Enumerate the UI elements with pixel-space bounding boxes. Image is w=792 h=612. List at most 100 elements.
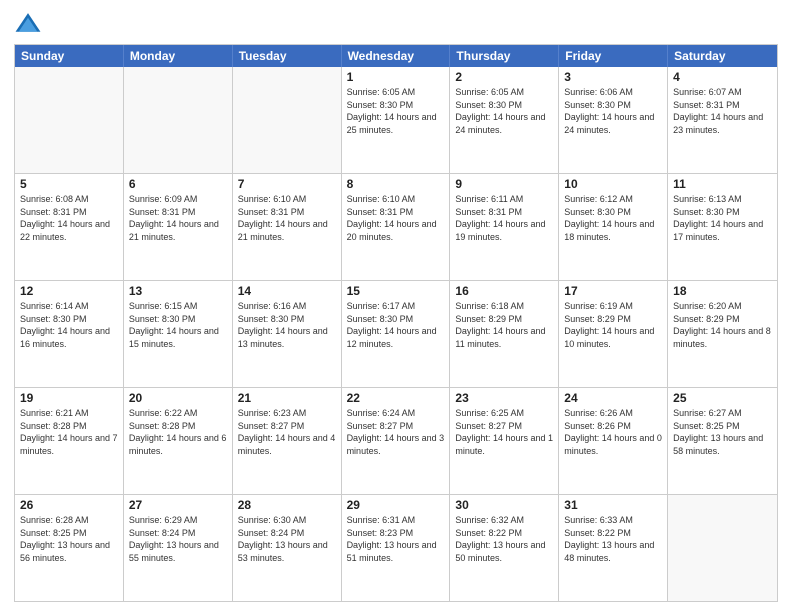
weekday-header: Saturday <box>668 45 777 67</box>
empty-cell <box>668 495 777 601</box>
weekday-header: Friday <box>559 45 668 67</box>
day-number: 27 <box>129 498 227 512</box>
day-number: 29 <box>347 498 445 512</box>
weekday-header: Thursday <box>450 45 559 67</box>
day-number: 20 <box>129 391 227 405</box>
calendar-cell: 14 Sunrise: 6:16 AM Sunset: 8:30 PM Dayli… <box>233 281 342 387</box>
day-number: 26 <box>20 498 118 512</box>
page: SundayMondayTuesdayWednesdayThursdayFrid… <box>0 0 792 612</box>
calendar-cell: 21 Sunrise: 6:23 AM Sunset: 8:27 PM Dayli… <box>233 388 342 494</box>
calendar-cell: 1 Sunrise: 6:05 AM Sunset: 8:30 PM Daylig… <box>342 67 451 173</box>
day-number: 14 <box>238 284 336 298</box>
day-number: 5 <box>20 177 118 191</box>
empty-cell <box>15 67 124 173</box>
empty-cell <box>124 67 233 173</box>
day-number: 8 <box>347 177 445 191</box>
calendar-cell: 15Sunrise: 6:17 AM Sunset: 8:30 PM Dayli… <box>342 281 451 387</box>
cell-detail: Sunrise: 6:19 AM Sunset: 8:29 PM Dayligh… <box>564 300 662 350</box>
calendar-row: 19Sunrise: 6:21 AM Sunset: 8:28 PM Dayli… <box>15 387 777 494</box>
weekday-header: Wednesday <box>342 45 451 67</box>
cell-detail: Sunrise: 6:10 AM Sunset: 8:31 PM Dayligh… <box>238 193 336 243</box>
header <box>14 10 778 38</box>
calendar-cell: 11Sunrise: 6:13 AM Sunset: 8:30 PM Dayli… <box>668 174 777 280</box>
day-number: 13 <box>129 284 227 298</box>
calendar-cell: 12 Sunrise: 6:14 AM Sunset: 8:30 PM Dayli… <box>15 281 124 387</box>
calendar-cell: 7Sunrise: 6:10 AM Sunset: 8:31 PM Daylig… <box>233 174 342 280</box>
day-number: 28 <box>238 498 336 512</box>
calendar-row: 5Sunrise: 6:08 AM Sunset: 8:31 PM Daylig… <box>15 173 777 280</box>
calendar-cell: 9 Sunrise: 6:11 AM Sunset: 8:31 PM Daylig… <box>450 174 559 280</box>
calendar-cell: 31 Sunrise: 6:33 AM Sunset: 8:22 PM Dayli… <box>559 495 668 601</box>
calendar-cell: 27 Sunrise: 6:29 AM Sunset: 8:24 PM Dayli… <box>124 495 233 601</box>
day-number: 22 <box>347 391 445 405</box>
cell-detail: Sunrise: 6:07 AM Sunset: 8:31 PM Dayligh… <box>673 86 772 136</box>
calendar-cell: 17 Sunrise: 6:19 AM Sunset: 8:29 PM Dayli… <box>559 281 668 387</box>
cell-detail: Sunrise: 6:14 AM Sunset: 8:30 PM Dayligh… <box>20 300 118 350</box>
calendar-cell: 16Sunrise: 6:18 AM Sunset: 8:29 PM Dayli… <box>450 281 559 387</box>
calendar-cell: 4 Sunrise: 6:07 AM Sunset: 8:31 PM Daylig… <box>668 67 777 173</box>
cell-detail: Sunrise: 6:15 AM Sunset: 8:30 PM Dayligh… <box>129 300 227 350</box>
calendar-cell: 23 Sunrise: 6:25 AM Sunset: 8:27 PM Dayli… <box>450 388 559 494</box>
cell-detail: Sunrise: 6:23 AM Sunset: 8:27 PM Dayligh… <box>238 407 336 457</box>
cell-detail: Sunrise: 6:11 AM Sunset: 8:31 PM Dayligh… <box>455 193 553 243</box>
day-number: 2 <box>455 70 553 84</box>
cell-detail: Sunrise: 6:29 AM Sunset: 8:24 PM Dayligh… <box>129 514 227 564</box>
calendar-row: 26 Sunrise: 6:28 AM Sunset: 8:25 PM Dayli… <box>15 494 777 601</box>
cell-detail: Sunrise: 6:22 AM Sunset: 8:28 PM Dayligh… <box>129 407 227 457</box>
weekday-header: Tuesday <box>233 45 342 67</box>
cell-detail: Sunrise: 6:21 AM Sunset: 8:28 PM Dayligh… <box>20 407 118 457</box>
cell-detail: Sunrise: 6:05 AM Sunset: 8:30 PM Dayligh… <box>455 86 553 136</box>
cell-detail: Sunrise: 6:13 AM Sunset: 8:30 PM Dayligh… <box>673 193 772 243</box>
cell-detail: Sunrise: 6:25 AM Sunset: 8:27 PM Dayligh… <box>455 407 553 457</box>
weekday-header: Sunday <box>15 45 124 67</box>
calendar-cell: 5Sunrise: 6:08 AM Sunset: 8:31 PM Daylig… <box>15 174 124 280</box>
day-number: 30 <box>455 498 553 512</box>
cell-detail: Sunrise: 6:26 AM Sunset: 8:26 PM Dayligh… <box>564 407 662 457</box>
day-number: 17 <box>564 284 662 298</box>
cell-detail: Sunrise: 6:16 AM Sunset: 8:30 PM Dayligh… <box>238 300 336 350</box>
calendar-cell: 10Sunrise: 6:12 AM Sunset: 8:30 PM Dayli… <box>559 174 668 280</box>
calendar-cell: 13 Sunrise: 6:15 AM Sunset: 8:30 PM Dayli… <box>124 281 233 387</box>
day-number: 9 <box>455 177 553 191</box>
logo <box>14 10 46 38</box>
day-number: 18 <box>673 284 772 298</box>
calendar-row: 1 Sunrise: 6:05 AM Sunset: 8:30 PM Daylig… <box>15 67 777 173</box>
cell-detail: Sunrise: 6:31 AM Sunset: 8:23 PM Dayligh… <box>347 514 445 564</box>
calendar-cell: 8 Sunrise: 6:10 AM Sunset: 8:31 PM Daylig… <box>342 174 451 280</box>
calendar-cell: 2 Sunrise: 6:05 AM Sunset: 8:30 PM Daylig… <box>450 67 559 173</box>
calendar-cell: 24 Sunrise: 6:26 AM Sunset: 8:26 PM Dayli… <box>559 388 668 494</box>
day-number: 12 <box>20 284 118 298</box>
cell-detail: Sunrise: 6:05 AM Sunset: 8:30 PM Dayligh… <box>347 86 445 136</box>
cell-detail: Sunrise: 6:32 AM Sunset: 8:22 PM Dayligh… <box>455 514 553 564</box>
cell-detail: Sunrise: 6:18 AM Sunset: 8:29 PM Dayligh… <box>455 300 553 350</box>
cell-detail: Sunrise: 6:06 AM Sunset: 8:30 PM Dayligh… <box>564 86 662 136</box>
day-number: 31 <box>564 498 662 512</box>
calendar-cell: 20 Sunrise: 6:22 AM Sunset: 8:28 PM Dayli… <box>124 388 233 494</box>
day-number: 10 <box>564 177 662 191</box>
calendar-cell: 6 Sunrise: 6:09 AM Sunset: 8:31 PM Daylig… <box>124 174 233 280</box>
cell-detail: Sunrise: 6:10 AM Sunset: 8:31 PM Dayligh… <box>347 193 445 243</box>
calendar-cell: 18 Sunrise: 6:20 AM Sunset: 8:29 PM Dayli… <box>668 281 777 387</box>
calendar-cell: 3 Sunrise: 6:06 AM Sunset: 8:30 PM Daylig… <box>559 67 668 173</box>
day-number: 6 <box>129 177 227 191</box>
day-number: 1 <box>347 70 445 84</box>
day-number: 4 <box>673 70 772 84</box>
day-number: 21 <box>238 391 336 405</box>
cell-detail: Sunrise: 6:09 AM Sunset: 8:31 PM Dayligh… <box>129 193 227 243</box>
calendar-cell: 25Sunrise: 6:27 AM Sunset: 8:25 PM Dayli… <box>668 388 777 494</box>
calendar-cell: 29 Sunrise: 6:31 AM Sunset: 8:23 PM Dayli… <box>342 495 451 601</box>
day-number: 23 <box>455 391 553 405</box>
calendar-cell: 19Sunrise: 6:21 AM Sunset: 8:28 PM Dayli… <box>15 388 124 494</box>
logo-icon <box>14 10 42 38</box>
cell-detail: Sunrise: 6:30 AM Sunset: 8:24 PM Dayligh… <box>238 514 336 564</box>
day-number: 15 <box>347 284 445 298</box>
cell-detail: Sunrise: 6:24 AM Sunset: 8:27 PM Dayligh… <box>347 407 445 457</box>
cell-detail: Sunrise: 6:20 AM Sunset: 8:29 PM Dayligh… <box>673 300 772 350</box>
weekday-header: Monday <box>124 45 233 67</box>
day-number: 3 <box>564 70 662 84</box>
day-number: 24 <box>564 391 662 405</box>
cell-detail: Sunrise: 6:33 AM Sunset: 8:22 PM Dayligh… <box>564 514 662 564</box>
calendar-cell: 28 Sunrise: 6:30 AM Sunset: 8:24 PM Dayli… <box>233 495 342 601</box>
cell-detail: Sunrise: 6:28 AM Sunset: 8:25 PM Dayligh… <box>20 514 118 564</box>
calendar-header: SundayMondayTuesdayWednesdayThursdayFrid… <box>15 45 777 67</box>
